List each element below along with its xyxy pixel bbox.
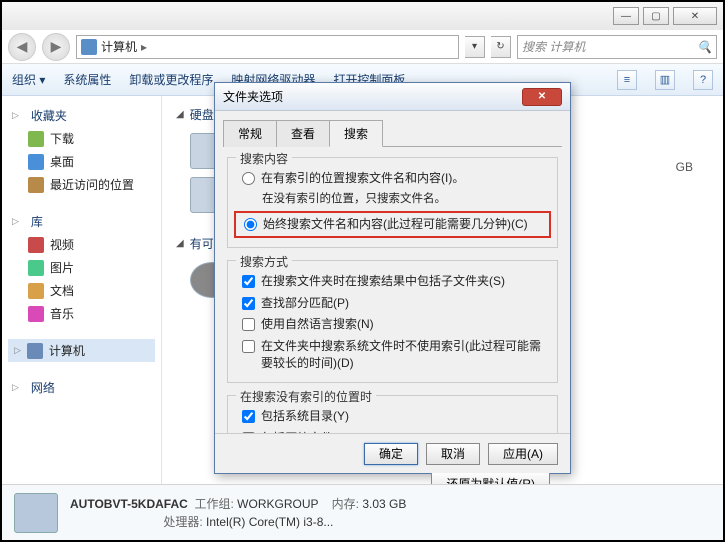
- picture-icon: [28, 260, 44, 276]
- minimize-button[interactable]: —: [613, 7, 639, 25]
- desktop-icon: [28, 154, 44, 170]
- window-titlebar: — ▢ ✕: [2, 2, 723, 30]
- sidebar-label: 库: [31, 213, 43, 230]
- sidebar-item-downloads[interactable]: 下载: [8, 127, 155, 150]
- group-label: 在搜索没有索引的位置时: [236, 388, 376, 405]
- status-text: AUTOBVT-5KDAFAC 工作组: WORKGROUP 内存: 3.03 …: [70, 495, 406, 531]
- radio-always-search[interactable]: 始终搜索文件名和内容(此过程可能需要几分钟)(C): [238, 214, 547, 235]
- sidebar: ▷收藏夹 下载 桌面 最近访问的位置 ▷库 视频 图片 文档 音乐 ▷计算机 ▷…: [2, 96, 162, 484]
- option-label: 在搜索文件夹时在搜索结果中包括子文件夹(S): [261, 273, 505, 290]
- dialog-tabs: 常规 查看 搜索: [223, 119, 562, 147]
- search-placeholder: 搜索 计算机: [522, 38, 585, 55]
- nav-back-button[interactable]: ◀: [8, 33, 36, 61]
- system-properties-button[interactable]: 系统属性: [63, 71, 111, 88]
- size-hint: GB: [676, 160, 693, 174]
- memory-value: 3.03 GB: [362, 497, 406, 511]
- apply-button[interactable]: 应用(A): [488, 443, 558, 465]
- memory-label: 内存:: [332, 497, 359, 511]
- sidebar-item-label: 下载: [50, 130, 74, 147]
- sidebar-label: 收藏夹: [31, 107, 67, 124]
- check-include-system-dirs[interactable]: 包括系统目录(Y): [236, 406, 549, 427]
- check-natural-language[interactable]: 使用自然语言搜索(N): [236, 314, 549, 335]
- option-label: 包括系统目录(Y): [261, 408, 349, 425]
- breadcrumb-box[interactable]: 计算机 ▸: [76, 35, 459, 59]
- details-pane: AUTOBVT-5KDAFAC 工作组: WORKGROUP 内存: 3.03 …: [2, 484, 723, 540]
- option-label: 在文件夹中搜索系统文件时不使用索引(此过程可能需要较长的时间)(D): [261, 338, 549, 373]
- search-icon: 🔍: [697, 40, 712, 54]
- sidebar-item-label: 计算机: [49, 342, 85, 359]
- organize-menu[interactable]: 组织 ▾: [12, 71, 45, 88]
- document-icon: [28, 283, 44, 299]
- dialog-title: 文件夹选项: [223, 88, 522, 105]
- sidebar-item-label: 文档: [50, 282, 74, 299]
- nav-forward-button[interactable]: ▶: [42, 33, 70, 61]
- sidebar-item-label: 最近访问的位置: [50, 176, 134, 193]
- computer-icon: [81, 39, 97, 55]
- check-include-subfolders[interactable]: 在搜索文件夹时在搜索结果中包括子文件夹(S): [236, 271, 549, 292]
- address-bar: ◀ ▶ 计算机 ▸ ▾ ↻ 搜索 计算机 🔍: [2, 30, 723, 64]
- tab-search[interactable]: 搜索: [329, 120, 383, 147]
- refresh-button[interactable]: ↻: [491, 36, 511, 58]
- tab-view[interactable]: 查看: [276, 120, 330, 147]
- option-subtext: 在没有索引的位置，只搜索文件名。: [236, 189, 549, 210]
- computer-name: AUTOBVT-5KDAFAC: [70, 497, 188, 511]
- sidebar-item-recent[interactable]: 最近访问的位置: [8, 173, 155, 196]
- video-icon: [28, 237, 44, 253]
- option-label: 使用自然语言搜索(N): [261, 316, 374, 333]
- sidebar-item-network[interactable]: ▷网络: [8, 376, 155, 399]
- sidebar-item-label: 音乐: [50, 305, 74, 322]
- sidebar-item-videos[interactable]: 视频: [8, 233, 155, 256]
- view-mode-button[interactable]: ≡: [617, 70, 637, 90]
- sidebar-item-computer[interactable]: ▷计算机: [8, 339, 155, 362]
- option-label: 始终搜索文件名和内容(此过程可能需要几分钟)(C): [263, 216, 528, 233]
- sidebar-item-desktop[interactable]: 桌面: [8, 150, 155, 173]
- cpu-value: Intel(R) Core(TM) i3-8...: [206, 515, 333, 529]
- radio-indexed-locations[interactable]: 在有索引的位置搜索文件名和内容(I)。: [236, 168, 549, 189]
- sidebar-favorites-header[interactable]: ▷收藏夹: [8, 104, 155, 127]
- search-input[interactable]: 搜索 计算机 🔍: [517, 35, 717, 59]
- workgroup-value: WORKGROUP: [237, 497, 318, 511]
- option-label: 在有索引的位置搜索文件名和内容(I)。: [261, 170, 464, 187]
- option-label: 查找部分匹配(P): [261, 295, 349, 312]
- folder-options-dialog: 文件夹选项 ✕ 常规 查看 搜索 搜索内容 在有索引的位置搜索文件名和内容(I)…: [214, 82, 571, 474]
- sidebar-item-music[interactable]: 音乐: [8, 302, 155, 325]
- sidebar-item-documents[interactable]: 文档: [8, 279, 155, 302]
- help-button[interactable]: ?: [693, 70, 713, 90]
- check-partial-match[interactable]: 查找部分匹配(P): [236, 293, 549, 314]
- check-no-index-system[interactable]: 在文件夹中搜索系统文件时不使用索引(此过程可能需要较长的时间)(D): [236, 336, 549, 375]
- sidebar-item-label: 桌面: [50, 153, 74, 170]
- download-icon: [28, 131, 44, 147]
- group-search-content: 搜索内容 在有索引的位置搜索文件名和内容(I)。 在没有索引的位置，只搜索文件名…: [227, 157, 558, 248]
- preview-pane-button[interactable]: ▥: [655, 70, 675, 90]
- cpu-label: 处理器:: [163, 515, 202, 529]
- sidebar-libraries-header[interactable]: ▷库: [8, 210, 155, 233]
- ok-button[interactable]: 确定: [364, 443, 418, 465]
- uninstall-programs-button[interactable]: 卸载或更改程序: [129, 71, 213, 88]
- dialog-close-button[interactable]: ✕: [522, 88, 562, 106]
- dialog-titlebar[interactable]: 文件夹选项 ✕: [215, 83, 570, 111]
- workgroup-label: 工作组:: [194, 497, 233, 511]
- close-button[interactable]: ✕: [673, 7, 717, 25]
- recent-icon: [28, 177, 44, 193]
- group-search-method: 搜索方式 在搜索文件夹时在搜索结果中包括子文件夹(S) 查找部分匹配(P) 使用…: [227, 260, 558, 383]
- sidebar-item-label: 图片: [50, 259, 74, 276]
- computer-large-icon: [14, 493, 58, 533]
- music-icon: [28, 306, 44, 322]
- address-dropdown-button[interactable]: ▾: [465, 36, 485, 58]
- cancel-button[interactable]: 取消: [426, 443, 480, 465]
- breadcrumb-computer[interactable]: 计算机: [101, 38, 137, 55]
- dialog-footer: 确定 取消 应用(A): [215, 433, 570, 473]
- maximize-button[interactable]: ▢: [643, 7, 669, 25]
- tab-general[interactable]: 常规: [223, 120, 277, 147]
- group-label: 搜索内容: [236, 150, 292, 167]
- breadcrumb-separator-icon: ▸: [141, 40, 147, 54]
- sidebar-item-pictures[interactable]: 图片: [8, 256, 155, 279]
- computer-icon: [27, 343, 43, 359]
- group-label: 搜索方式: [236, 253, 292, 270]
- sidebar-item-label: 视频: [50, 236, 74, 253]
- sidebar-item-label: 网络: [31, 379, 55, 396]
